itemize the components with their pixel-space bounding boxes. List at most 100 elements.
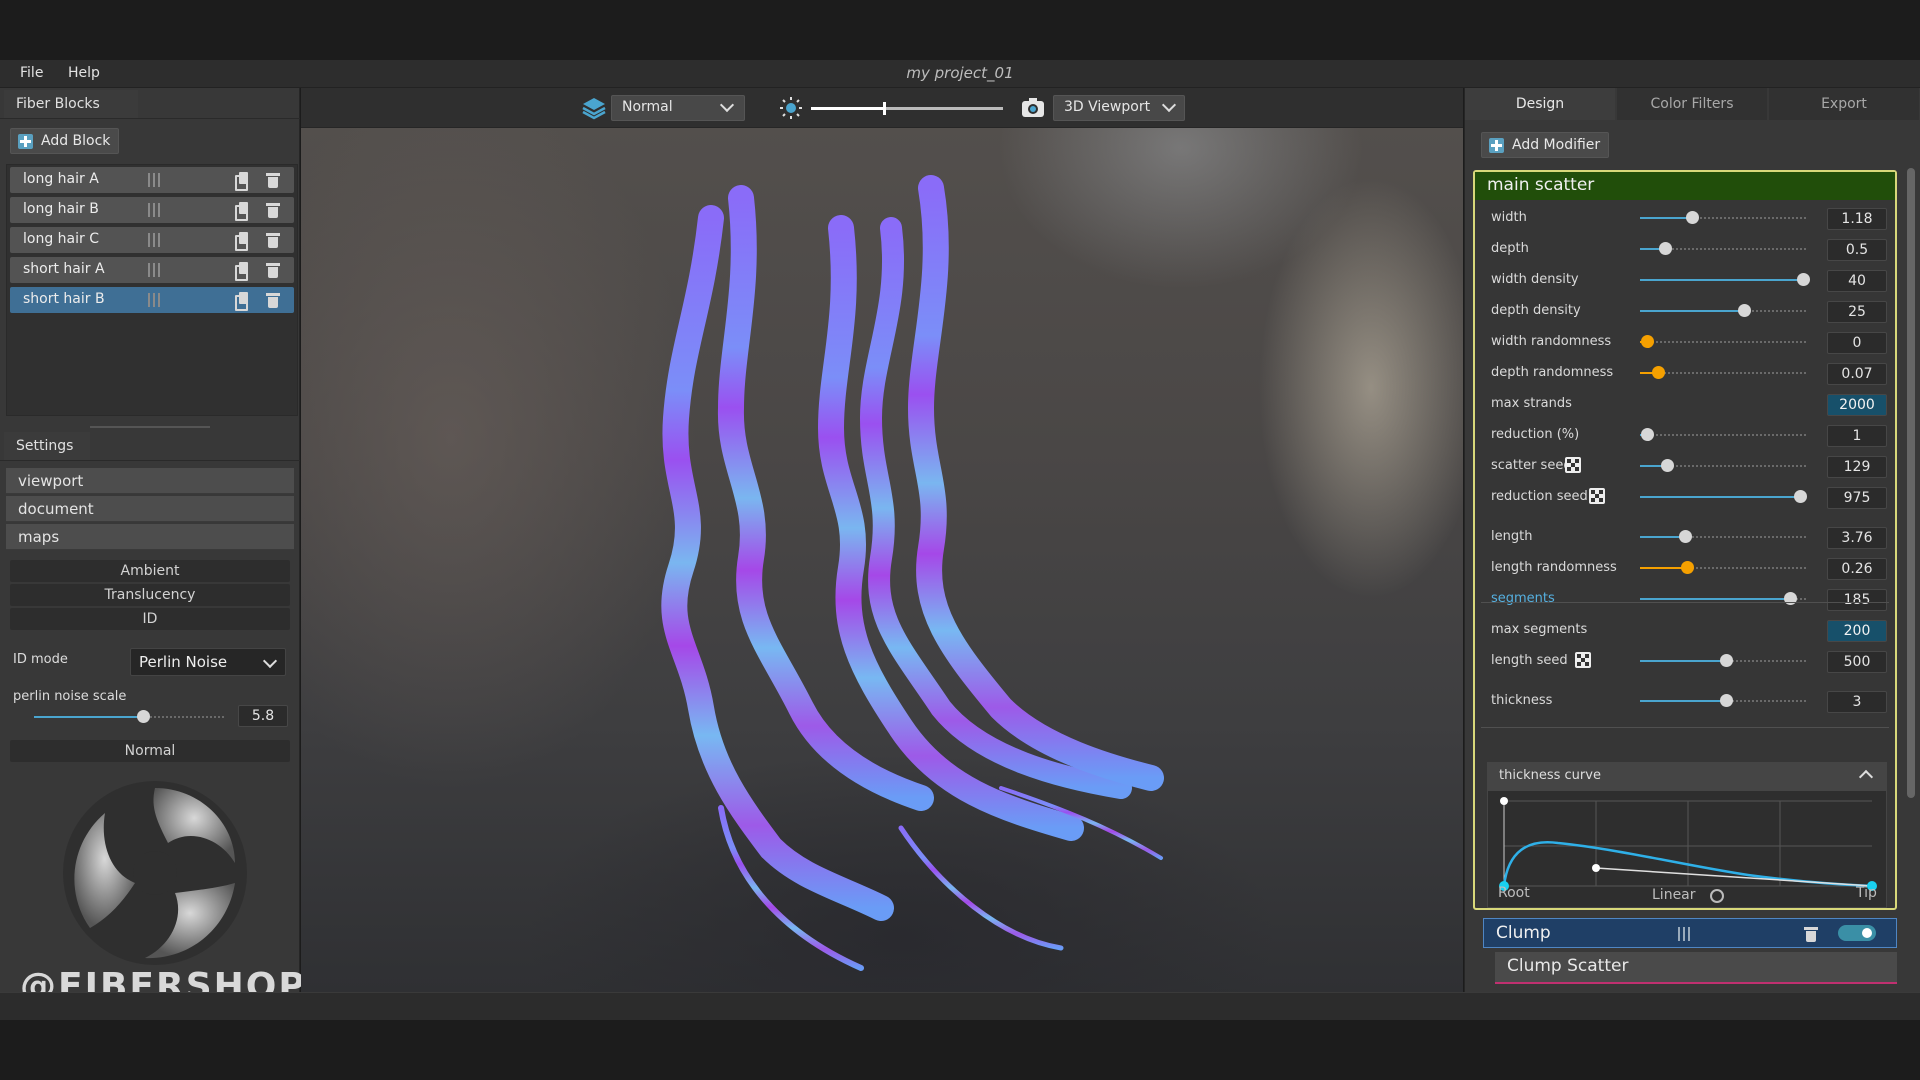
block-item-long-hair-a[interactable]: long hair A [10, 167, 294, 193]
param-value-input[interactable]: 1 [1827, 425, 1887, 447]
trash-icon[interactable] [266, 292, 280, 308]
param-value-input[interactable]: 1.18 [1827, 208, 1887, 230]
settings-maps[interactable]: maps [6, 524, 294, 550]
trash-icon[interactable] [266, 172, 280, 188]
block-item-long-hair-b[interactable]: long hair B [10, 197, 294, 223]
param-value-input[interactable]: 0 [1827, 332, 1887, 354]
perlin-scale-value[interactable]: 5.8 [238, 705, 288, 727]
tab-export[interactable]: Export [1769, 88, 1919, 120]
drag-handle-icon[interactable] [148, 173, 160, 187]
menu-help[interactable]: Help [68, 65, 100, 81]
divider [0, 118, 300, 119]
tab-settings[interactable]: Settings [4, 432, 90, 460]
param-value-input[interactable]: 500 [1827, 651, 1887, 673]
shading-mode-select[interactable]: Normal [611, 95, 745, 121]
add-block-button[interactable]: Add Block [10, 128, 120, 154]
clump-enable-toggle[interactable] [1838, 925, 1876, 941]
duplicate-icon[interactable] [235, 232, 249, 251]
add-modifier-button[interactable]: Add Modifier [1481, 132, 1610, 158]
map-normal[interactable]: Normal [10, 740, 290, 762]
drag-handle-icon[interactable] [148, 263, 160, 277]
map-ambient[interactable]: Ambient [10, 560, 290, 582]
layers-icon[interactable] [581, 96, 607, 120]
drag-handle-icon[interactable] [148, 293, 160, 307]
param-value-input[interactable]: 2000 [1827, 394, 1887, 416]
drag-handle-icon[interactable] [148, 203, 160, 217]
param-value-input[interactable]: 40 [1827, 270, 1887, 292]
light-intensity-slider[interactable] [811, 102, 1003, 115]
trash-icon[interactable] [1804, 926, 1818, 942]
param-slider-knob[interactable] [1681, 561, 1694, 574]
param-value-input[interactable]: 3 [1827, 691, 1887, 713]
duplicate-icon[interactable] [235, 172, 249, 191]
camera-mode-select[interactable]: 3D Viewport [1053, 95, 1185, 121]
param-slider-knob[interactable] [1720, 654, 1733, 667]
param-slider-knob[interactable] [1686, 211, 1699, 224]
param-slider-knob[interactable] [1720, 694, 1733, 707]
randomize-dice-icon[interactable] [1575, 652, 1591, 668]
right-panel-scrollbar[interactable] [1907, 168, 1915, 798]
param-value-input[interactable]: 185 [1827, 589, 1887, 611]
randomize-dice-icon[interactable] [1589, 488, 1605, 504]
linear-radio[interactable] [1710, 889, 1724, 903]
param-slider-track[interactable] [1640, 372, 1808, 374]
block-item-short-hair-a[interactable]: short hair A [10, 257, 294, 283]
param-value-input[interactable]: 975 [1827, 487, 1887, 509]
sun-icon [780, 97, 802, 119]
param-value-input[interactable]: 25 [1827, 301, 1887, 323]
block-item-short-hair-b[interactable]: short hair B [10, 287, 294, 313]
modifier-title[interactable]: main scatter [1475, 172, 1895, 200]
duplicate-icon[interactable] [235, 202, 249, 221]
param-row-reduction: reduction (%) 1 [1475, 419, 1895, 449]
chevron-up-icon[interactable] [1858, 769, 1874, 785]
map-translucency[interactable]: Translucency [10, 584, 290, 606]
settings-document[interactable]: document [6, 496, 294, 522]
param-value-input[interactable]: 0.07 [1827, 363, 1887, 385]
modifier-clump[interactable]: Clump [1483, 918, 1897, 948]
param-slider-knob[interactable] [1641, 428, 1654, 441]
thickness-curve-header[interactable]: thickness curve [1487, 762, 1887, 790]
param-slider-track[interactable] [1640, 341, 1808, 343]
param-slider-knob[interactable] [1679, 530, 1692, 543]
param-slider-track[interactable] [1640, 434, 1808, 436]
tab-fiber-blocks[interactable]: Fiber Blocks [4, 90, 138, 118]
perlin-slider-knob[interactable] [137, 710, 150, 723]
param-value-input[interactable]: 0.5 [1827, 239, 1887, 261]
param-slider-knob[interactable] [1661, 459, 1674, 472]
tab-design[interactable]: Design [1465, 88, 1615, 120]
param-slider-knob[interactable] [1738, 304, 1751, 317]
param-slider-knob[interactable] [1797, 273, 1810, 286]
drag-handle-icon[interactable] [148, 233, 160, 247]
param-slider-knob[interactable] [1659, 242, 1672, 255]
id-mode-select[interactable]: Perlin Noise [130, 648, 286, 676]
curve-linear-label: Linear [1652, 887, 1696, 903]
trash-icon[interactable] [266, 202, 280, 218]
3d-viewport[interactable]: Normal 3D Viewport [301, 88, 1463, 992]
param-value-input[interactable]: 129 [1827, 456, 1887, 478]
param-row-length: length 3.76 [1475, 521, 1895, 551]
duplicate-icon[interactable] [235, 292, 249, 311]
param-slider-knob[interactable] [1641, 335, 1654, 348]
thickness-curve-editor[interactable]: Root Linear Tip [1487, 790, 1887, 908]
param-value-input[interactable]: 3.76 [1827, 527, 1887, 549]
duplicate-icon[interactable] [235, 262, 249, 281]
light-slider-knob[interactable] [883, 102, 886, 115]
trash-icon[interactable] [266, 232, 280, 248]
drag-handle-icon[interactable] [1678, 927, 1690, 941]
camera-icon[interactable] [1021, 97, 1045, 119]
map-id[interactable]: ID [10, 608, 290, 630]
tab-color-filters[interactable]: Color Filters [1617, 88, 1767, 120]
trash-icon[interactable] [266, 262, 280, 278]
param-slider-fill [1640, 660, 1726, 662]
param-slider-knob[interactable] [1794, 490, 1807, 503]
param-slider-knob[interactable] [1784, 592, 1797, 605]
block-item-long-hair-c[interactable]: long hair C [10, 227, 294, 253]
settings-viewport[interactable]: viewport [6, 468, 294, 494]
param-value-input[interactable]: 0.26 [1827, 558, 1887, 580]
menu-file[interactable]: File [20, 65, 43, 81]
randomize-dice-icon[interactable] [1565, 457, 1581, 473]
param-value-input[interactable]: 200 [1827, 620, 1887, 642]
param-slider-knob[interactable] [1652, 366, 1665, 379]
panel-resize-handle[interactable] [90, 426, 210, 428]
clump-scatter-item[interactable]: Clump Scatter [1495, 952, 1897, 982]
